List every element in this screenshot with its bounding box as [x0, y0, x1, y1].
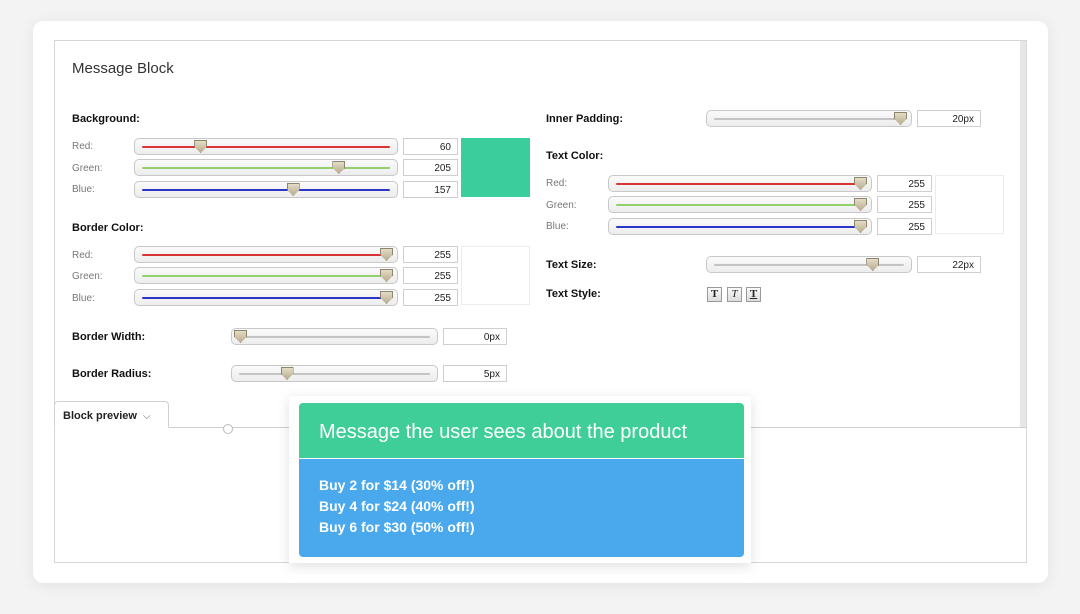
background-red-label: Red:: [72, 141, 94, 152]
slider-track: [239, 336, 430, 338]
background-red-slider[interactable]: [134, 138, 398, 155]
slider-thumb[interactable]: [866, 258, 880, 271]
background-section-label: Background:: [72, 113, 140, 125]
slider-thumb[interactable]: [332, 161, 346, 174]
slider-track: [142, 146, 390, 148]
slider-track: [142, 167, 390, 169]
slider-thumb[interactable]: [380, 248, 393, 261]
text-size-slider[interactable]: [706, 256, 912, 273]
border-color-section-label: Border Color:: [72, 222, 144, 234]
slider-track: [616, 204, 864, 206]
background-blue-slider[interactable]: [134, 181, 398, 198]
border-blue-slider[interactable]: [134, 289, 398, 306]
slider-thumb[interactable]: [854, 198, 867, 211]
text-green-label: Green:: [546, 200, 577, 211]
border-width-value[interactable]: 0px: [443, 328, 507, 345]
chevron-down-icon: ⌵: [142, 411, 151, 422]
text-red-slider[interactable]: [608, 175, 872, 192]
text-red-value[interactable]: 255: [877, 175, 932, 192]
background-green-slider[interactable]: [134, 159, 398, 176]
background-red-value[interactable]: 60: [403, 138, 458, 155]
slider-thumb[interactable]: [854, 220, 867, 233]
background-blue-label: Blue:: [72, 184, 95, 195]
slider-track: [142, 189, 390, 191]
slider-track: [142, 254, 390, 256]
text-size-value[interactable]: 22px: [917, 256, 981, 273]
text-red-label: Red:: [546, 178, 568, 189]
italic-style-button[interactable]: T: [727, 287, 742, 302]
border-width-slider[interactable]: [231, 328, 438, 345]
slider-thumb[interactable]: [286, 183, 300, 196]
text-size-label: Text Size:: [546, 259, 597, 271]
border-blue-value[interactable]: 255: [403, 289, 458, 306]
text-style-label: Text Style:: [546, 288, 601, 300]
border-radius-value[interactable]: 5px: [443, 365, 507, 382]
slider-track: [714, 118, 904, 120]
block-preview-tab[interactable]: Block preview ⌵: [54, 401, 169, 428]
preview-offer-line: Buy 4 for $24 (40% off!): [319, 498, 475, 514]
slider-thumb[interactable]: [854, 177, 867, 190]
panel-title: Message Block: [72, 60, 174, 77]
slider-track: [142, 297, 390, 299]
background-blue-value[interactable]: 157: [403, 181, 458, 198]
resize-handle[interactable]: [223, 424, 233, 434]
text-color-swatch: [935, 175, 1004, 234]
inner-padding-slider[interactable]: [706, 110, 912, 127]
preview-offer-line: Buy 2 for $14 (30% off!): [319, 477, 475, 493]
preview-message-header: Message the user sees about the product: [299, 403, 744, 458]
slider-thumb[interactable]: [280, 367, 294, 380]
underline-style-button[interactable]: T: [746, 287, 761, 302]
slider-thumb[interactable]: [234, 330, 247, 343]
border-green-slider[interactable]: [134, 267, 398, 284]
slider-thumb[interactable]: [380, 291, 393, 304]
border-green-value[interactable]: 255: [403, 267, 458, 284]
slider-thumb[interactable]: [894, 112, 907, 125]
inner-padding-label: Inner Padding:: [546, 113, 623, 125]
slider-thumb[interactable]: [194, 140, 208, 153]
panel-scrollbar[interactable]: [1020, 41, 1026, 428]
preview-offer-line: Buy 6 for $30 (50% off!): [319, 519, 475, 535]
slider-thumb[interactable]: [380, 269, 393, 282]
preview-message-body: Buy 2 for $14 (30% off!) Buy 4 for $24 (…: [299, 459, 744, 557]
background-green-label: Green:: [72, 163, 103, 174]
slider-track: [616, 183, 864, 185]
border-radius-slider[interactable]: [231, 365, 438, 382]
slider-track: [239, 373, 430, 375]
border-color-swatch: [461, 246, 530, 305]
text-green-value[interactable]: 255: [877, 196, 932, 213]
border-green-label: Green:: [72, 271, 103, 282]
border-radius-label: Border Radius:: [72, 368, 152, 380]
border-width-label: Border Width:: [72, 331, 146, 343]
inner-padding-value[interactable]: 20px: [917, 110, 981, 127]
background-green-value[interactable]: 205: [403, 159, 458, 176]
border-red-value[interactable]: 255: [403, 246, 458, 263]
slider-track: [142, 275, 390, 277]
border-red-slider[interactable]: [134, 246, 398, 263]
slider-track: [616, 226, 864, 228]
text-color-section-label: Text Color:: [546, 150, 604, 162]
block-preview-tab-label: Block preview: [63, 410, 137, 422]
border-blue-label: Blue:: [72, 293, 95, 304]
text-blue-slider[interactable]: [608, 218, 872, 235]
text-blue-label: Blue:: [546, 221, 569, 232]
background-color-swatch: [461, 138, 530, 197]
bold-style-button[interactable]: T: [707, 287, 722, 302]
text-green-slider[interactable]: [608, 196, 872, 213]
border-red-label: Red:: [72, 250, 94, 261]
text-blue-value[interactable]: 255: [877, 218, 932, 235]
